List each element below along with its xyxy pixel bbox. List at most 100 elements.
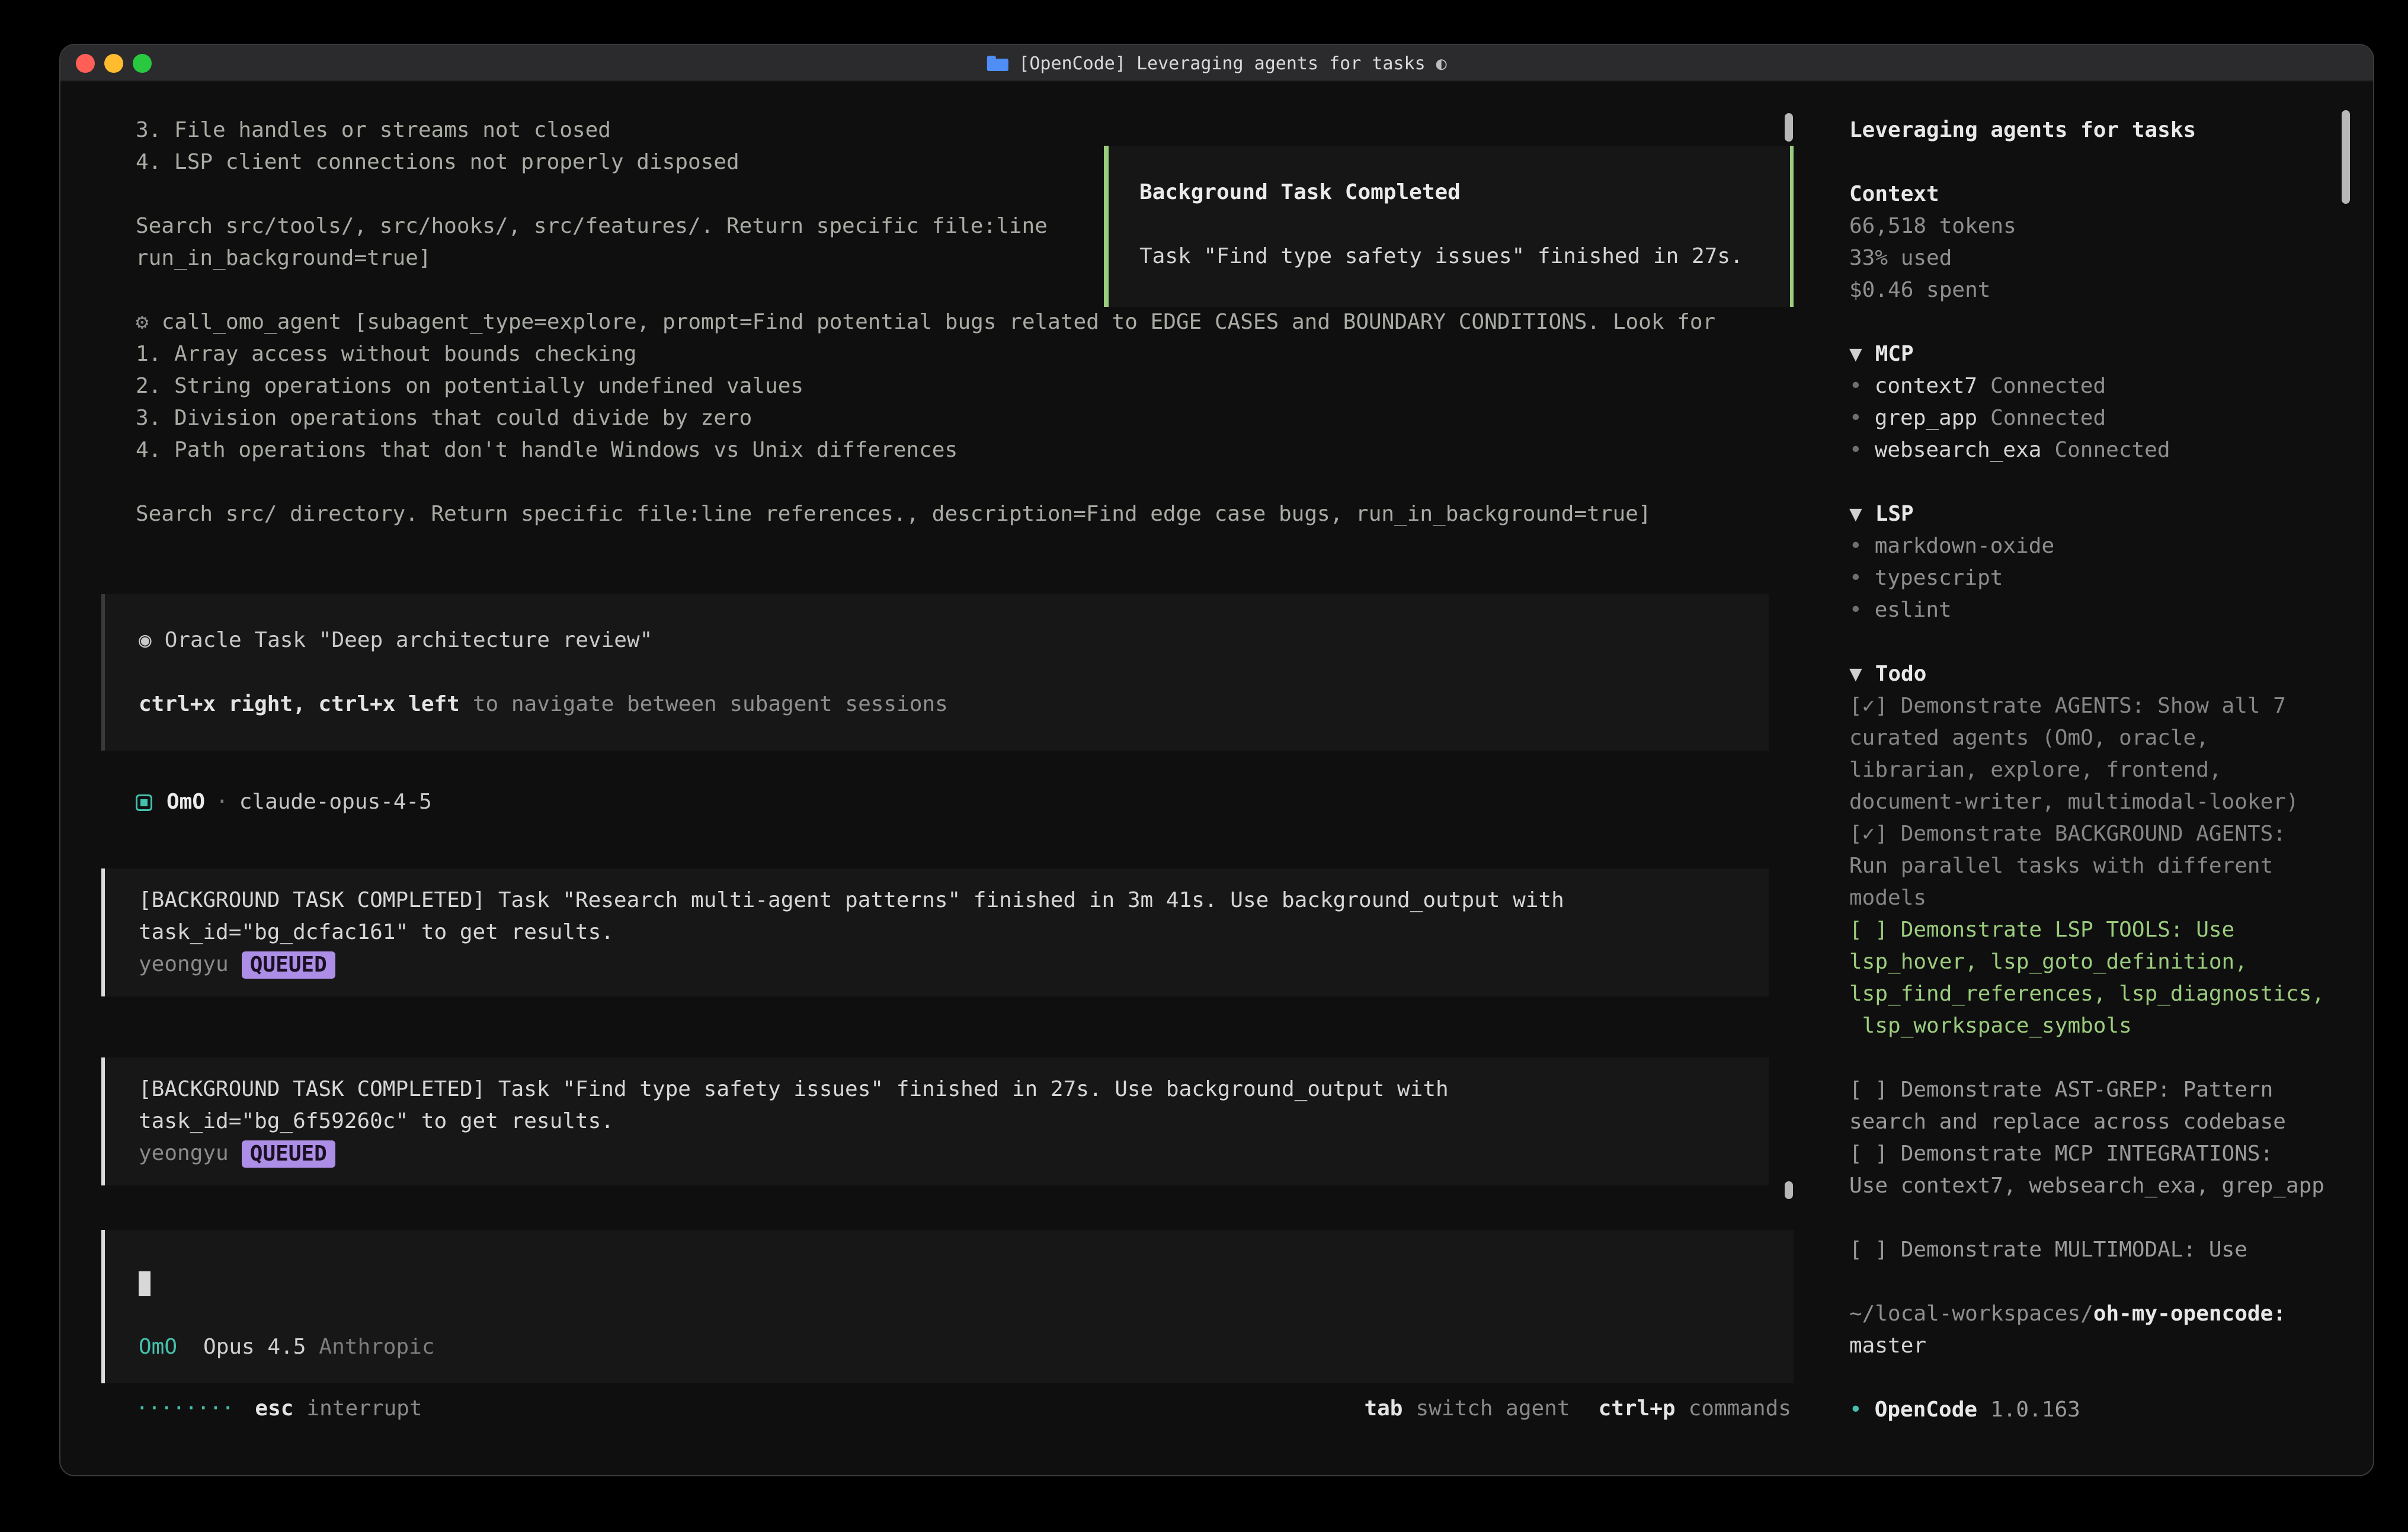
status-left: ········escinterrupt <box>136 1393 422 1425</box>
mcp-item: •context7Connected <box>1849 370 2349 402</box>
traffic-lights <box>76 54 152 73</box>
terminal-line: 4. Path operations that don't handle Win… <box>60 434 1826 466</box>
tab-key-label: switch agent <box>1416 1396 1570 1421</box>
toast-body: Task "Find type safety issues" finished … <box>1139 241 1790 273</box>
oracle-task-title: ◉Oracle Task "Deep architecture review" <box>139 624 1769 656</box>
model-row[interactable]: OmO Opus 4.5 Anthropic <box>139 1331 1794 1363</box>
mcp-status: Connected <box>2054 438 2170 462</box>
todo-item-done: [✓] Demonstrate AGENTS: Show all 7 <box>1849 690 2349 722</box>
separator-dot: · <box>216 790 229 814</box>
status-bar: ········escinterrupt tabswitch agentctrl… <box>60 1393 1826 1425</box>
mcp-item: •grep_appConnected <box>1849 402 2349 434</box>
oracle-task-panel[interactable]: ◉Oracle Task "Deep architecture review" … <box>101 594 1769 751</box>
todo-item-done: [✓] Demonstrate BACKGROUND AGENTS: <box>1849 818 2349 850</box>
tool-call-line: ⚙call_omo_agent [subagent_type=explore, … <box>60 306 1826 338</box>
model-name: Opus 4.5 <box>203 1335 306 1359</box>
terminal-line: 3. Division operations that could divide… <box>60 402 1826 434</box>
todo-item-pending: [ ] Demonstrate MCP INTEGRATIONS: <box>1849 1138 2349 1170</box>
chevron-down-icon: ▼ <box>1849 502 1862 526</box>
status-right: tabswitch agentctrl+pcommands <box>1364 1393 1791 1425</box>
tab-key-hint: tab <box>1364 1396 1402 1421</box>
queued-message[interactable]: [BACKGROUND TASK COMPLETED] Task "Resear… <box>101 868 1769 996</box>
close-window-button[interactable] <box>76 54 95 73</box>
agent-header: OmO · claude-opus-4-5 <box>60 786 1826 818</box>
workspace-path-prefix: ~/local-workspaces/ <box>1849 1302 2093 1326</box>
todo-item-pending: [ ] Demonstrate AST-GREP: Pattern <box>1849 1074 2349 1106</box>
terminal-line: Search src/ directory. Return specific f… <box>60 498 1826 530</box>
queued-badge: QUEUED <box>242 1140 335 1168</box>
context-heading: Context <box>1849 178 2349 210</box>
app-version-footer: • OpenCode 1.0.163 <box>1849 1394 2349 1426</box>
folder-icon <box>987 56 1008 71</box>
bullet-icon: • <box>1849 406 1862 430</box>
zoom-window-button[interactable] <box>133 54 152 73</box>
text-cursor <box>139 1271 150 1296</box>
window-title-text: [OpenCode] Leveraging agents for tasks <box>1019 53 1425 74</box>
context-spent: $0.46 spent <box>1849 274 2349 306</box>
app-version: 1.0.163 <box>1990 1398 2080 1422</box>
message-footer: yeongyuQUEUED <box>139 1137 1769 1169</box>
background-task-toast[interactable]: Background Task Completed Task "Find typ… <box>1104 146 1794 307</box>
queued-message[interactable]: [BACKGROUND TASK COMPLETED] Task "Find t… <box>101 1057 1769 1185</box>
bullet-icon: • <box>1849 1398 1862 1422</box>
workspace-repo: oh-my-opencode: <box>2093 1302 2286 1326</box>
terminal-line: 1. Array access without bounds checking <box>60 338 1826 370</box>
todo-item-done: Run parallel tasks with different <box>1849 850 2349 882</box>
message-footer: yeongyuQUEUED <box>139 948 1769 980</box>
mcp-heading: MCP <box>1875 342 1914 366</box>
agent-icon <box>136 794 152 811</box>
mcp-item: •websearch_exaConnected <box>1849 434 2349 466</box>
todo-item-active: lsp_hover, lsp_goto_definition, <box>1849 946 2349 978</box>
bullet-icon: • <box>1849 374 1862 398</box>
todo-item-pending: search and replace across codebase <box>1849 1106 2349 1138</box>
todo-item-pending: Use context7, websearch_exa, grep_app <box>1849 1170 2349 1202</box>
bullet-icon: • <box>1849 598 1862 622</box>
chat-scrollbar-thumb[interactable] <box>1785 113 1793 142</box>
minimize-window-button[interactable] <box>104 54 123 73</box>
context-used: 33% used <box>1849 242 2349 274</box>
spinner-dots-icon: ········ <box>136 1396 233 1421</box>
workspace-branch: master <box>1849 1330 2349 1362</box>
todo-item-active: [ ] Demonstrate LSP TOOLS: Use <box>1849 914 2349 946</box>
message-line: task_id="bg_dcfac161" to get results. <box>139 916 1769 948</box>
mcp-section-header[interactable]: ▼MCP <box>1849 338 2349 370</box>
terminal-line: 3. File handles or streams not closed <box>60 114 1826 146</box>
lsp-section-header[interactable]: ▼ LSP <box>1849 498 2349 530</box>
active-agent-label: OmO <box>139 1335 177 1359</box>
esc-key-hint: esc <box>255 1396 293 1421</box>
session-title: Leveraging agents for tasks <box>1849 114 2349 146</box>
queued-badge: QUEUED <box>242 951 335 979</box>
subagent-nav-hint: ctrl+x right, ctrl+x leftto navigate bet… <box>139 688 1769 720</box>
terminal-window: [OpenCode] Leveraging agents for tasks◐ … <box>59 44 2374 1476</box>
todo-item-pending: [ ] Demonstrate MULTIMODAL: Use <box>1849 1234 2349 1266</box>
window-title: [OpenCode] Leveraging agents for tasks◐ <box>987 45 1446 82</box>
app-name: OpenCode <box>1875 1398 1977 1422</box>
toast-title: Background Task Completed <box>1139 177 1790 209</box>
mcp-status: Connected <box>1990 406 2106 430</box>
window-titlebar: [OpenCode] Leveraging agents for tasks◐ <box>60 45 2373 82</box>
bullet-icon: • <box>1849 438 1862 462</box>
lsp-item: •typescript <box>1849 562 2349 594</box>
agent-name: OmO <box>166 790 205 814</box>
todo-item-done: curated agents (OmO, oracle, <box>1849 722 2349 754</box>
bullet-icon: • <box>1849 534 1862 558</box>
todo-item-done: librarian, explore, frontend, <box>1849 754 2349 786</box>
bullet-icon: • <box>1849 566 1862 590</box>
todo-section-header[interactable]: ▼Todo <box>1849 658 2349 690</box>
agent-model: claude-opus-4-5 <box>239 790 432 814</box>
session-sidebar: Leveraging agents for tasks Context 66,5… <box>1826 82 2373 1475</box>
sidebar-scrollbar-thumb[interactable] <box>2342 110 2350 204</box>
chat-pane: 3. File handles or streams not closed 4.… <box>60 82 1826 1475</box>
workspace-path: ~/local-workspaces/oh-my-opencode: <box>1849 1298 2349 1330</box>
chat-scrollbar-thumb-lower[interactable] <box>1785 1181 1793 1199</box>
model-provider: Anthropic <box>319 1335 434 1359</box>
prompt-input[interactable]: OmO Opus 4.5 Anthropic <box>101 1230 1794 1383</box>
commands-key-hint: ctrl+p <box>1599 1396 1676 1421</box>
input-cursor-line <box>139 1267 1794 1299</box>
todo-item-done: models <box>1849 882 2349 914</box>
message-line: [BACKGROUND TASK COMPLETED] Task "Resear… <box>139 884 1769 916</box>
context-tokens: 66,518 tokens <box>1849 210 2349 242</box>
chevron-down-icon: ▼ <box>1849 662 1862 686</box>
lsp-item: •eslint <box>1849 594 2349 626</box>
lsp-heading: LSP <box>1875 502 1914 526</box>
